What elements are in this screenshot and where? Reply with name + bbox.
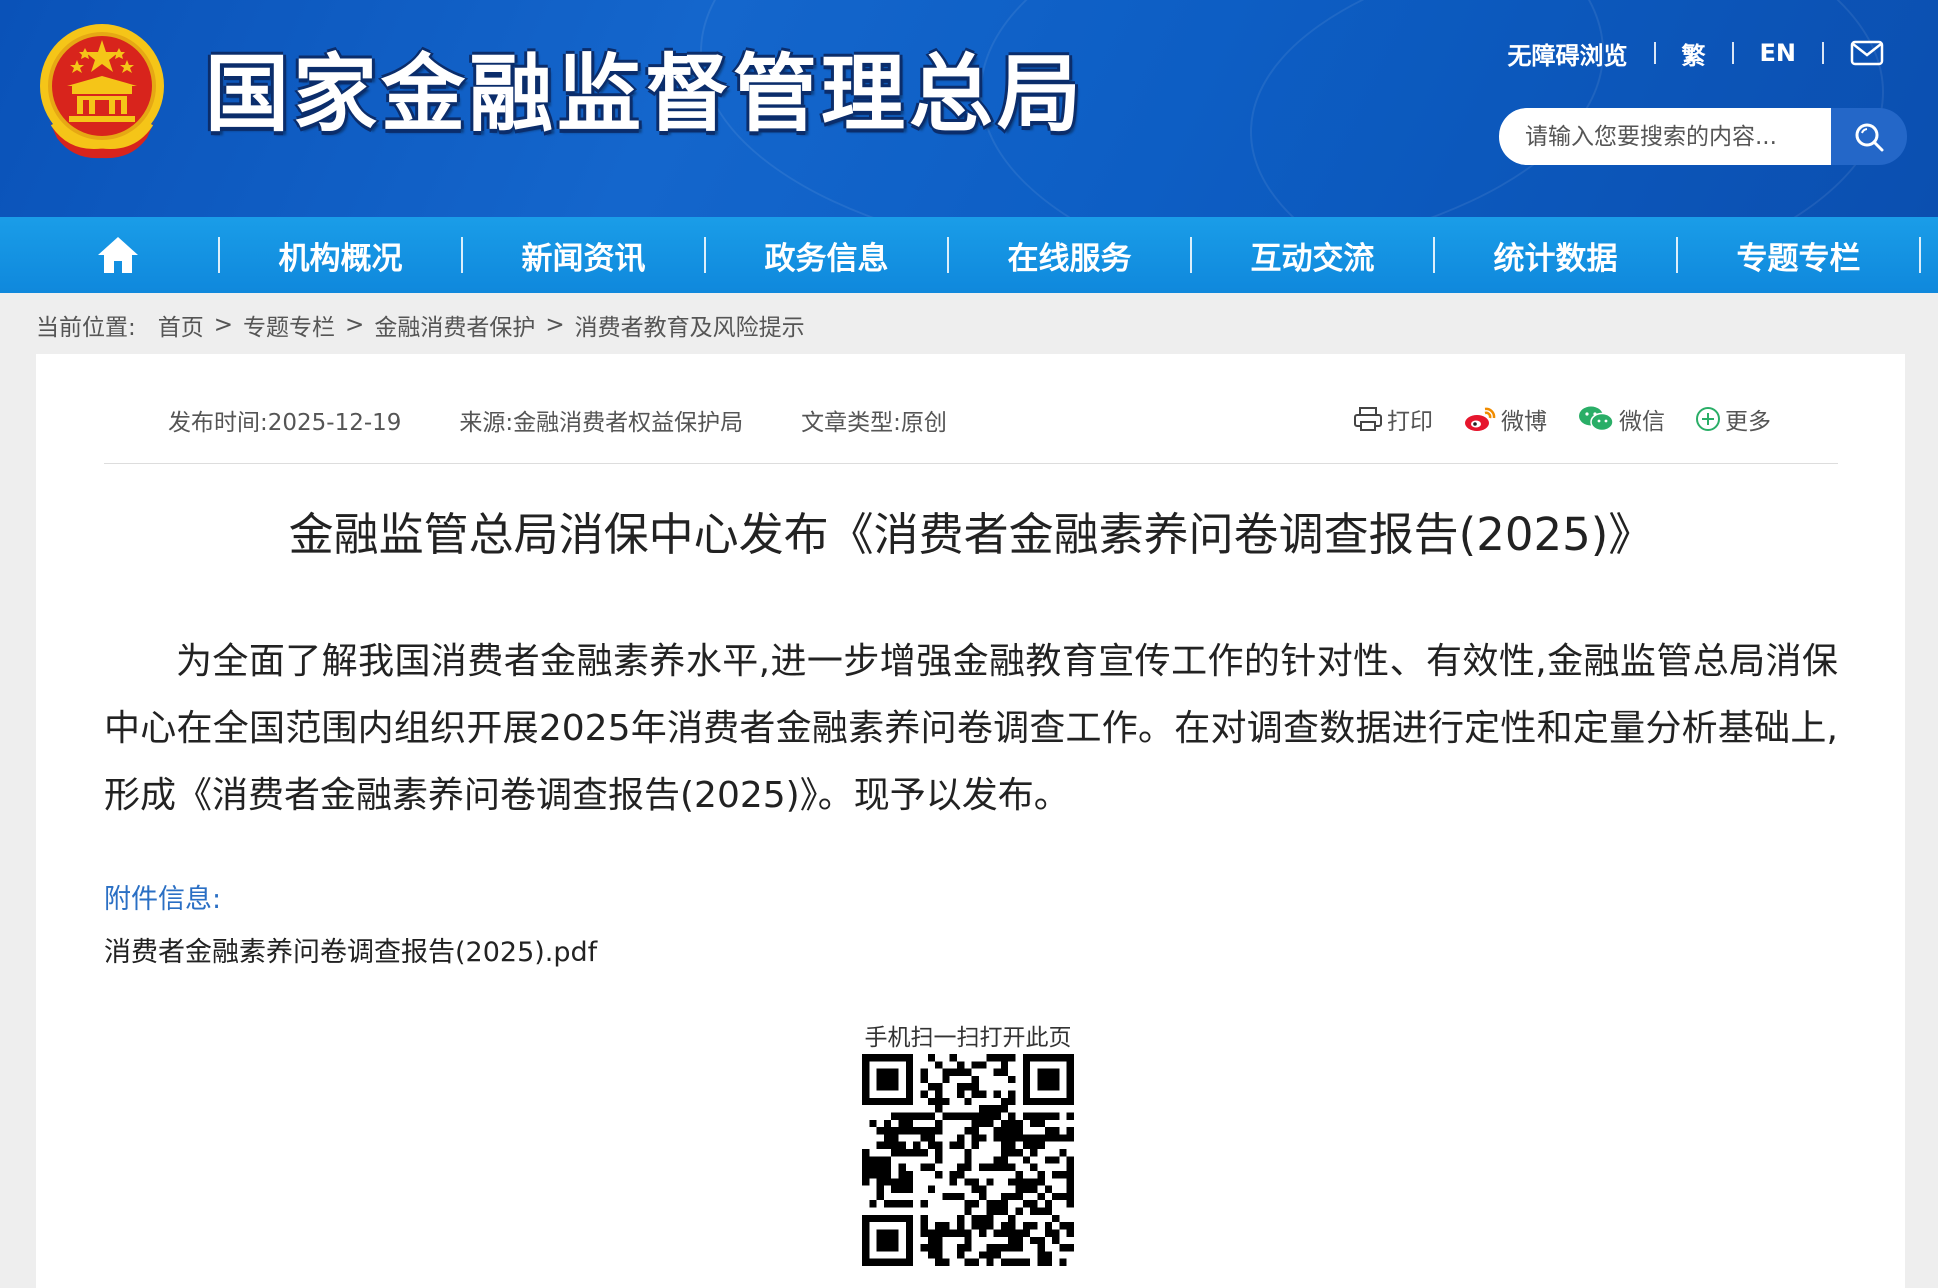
nav-item-interaction[interactable]: 互动交流 <box>1192 217 1433 293</box>
weibo-icon <box>1465 407 1496 431</box>
search-button[interactable] <box>1831 108 1907 165</box>
divider <box>1822 42 1824 64</box>
wechat-label: 微信 <box>1619 409 1665 435</box>
nav-home[interactable] <box>18 217 218 293</box>
breadcrumb-separator: > <box>213 312 234 338</box>
publish-time: 发布时间:2025-12-19 <box>168 410 402 436</box>
print-icon <box>1354 407 1382 431</box>
wechat-share-button[interactable]: 微信 <box>1577 402 1665 436</box>
nav-item-statistics[interactable]: 统计数据 <box>1435 217 1676 293</box>
breadcrumb-consumer-protection[interactable]: 金融消费者保护 <box>374 308 535 342</box>
share-bar: 打印 微博 微信 更多 <box>1353 402 1801 436</box>
main-nav: 机构概况 新闻资讯 政务信息 在线服务 互动交流 统计数据 专题专栏 <box>0 217 1938 293</box>
plus-circle-icon <box>1696 407 1720 431</box>
weibo-label: 微博 <box>1501 409 1547 435</box>
breadcrumb-separator: > <box>345 312 365 338</box>
search-bar <box>1499 108 1907 165</box>
breadcrumb-label: 当前位置: <box>36 315 136 341</box>
article-title: 金融监管总局消保中心发布《消费者金融素养问卷调查报告(2025)》 <box>288 508 1654 561</box>
attachment-link[interactable]: 消费者金融素养问卷调查报告(2025).pdf <box>104 930 597 969</box>
more-label: 更多 <box>1725 409 1771 435</box>
qr-caption: 手机扫一扫打开此页 <box>864 1025 1072 1051</box>
divider <box>1731 42 1734 64</box>
nav-item-government-info[interactable]: 政务信息 <box>706 217 947 293</box>
breadcrumb: 当前位置: 首页 > 专题专栏 > 金融消费者保护 > 消费者教育及风险提示 <box>36 308 815 342</box>
nav-item-news[interactable]: 新闻资讯 <box>463 217 704 293</box>
home-icon <box>98 237 138 273</box>
search-icon <box>1855 123 1884 151</box>
search-input[interactable] <box>1499 108 1831 165</box>
nav-item-special-topics[interactable]: 专题专栏 <box>1678 217 1919 293</box>
site-header: 国家金融监督管理总局 无障碍浏览 繁 EN <box>0 0 1938 217</box>
english-link[interactable]: EN <box>1760 39 1796 67</box>
traditional-chinese-link[interactable]: 繁 <box>1682 36 1706 71</box>
qr-code-icon <box>862 1054 1074 1266</box>
mail-icon[interactable] <box>1850 40 1884 66</box>
more-share-button[interactable]: 更多 <box>1695 402 1771 436</box>
article-type: 文章类型:原创 <box>801 410 947 436</box>
article-source: 来源:金融消费者权益保护局 <box>459 410 744 436</box>
nav-item-online-service[interactable]: 在线服务 <box>949 217 1190 293</box>
print-button[interactable]: 打印 <box>1353 402 1433 436</box>
nav-divider <box>1919 237 1921 273</box>
site-title[interactable]: 国家金融监督管理总局 <box>205 44 1085 144</box>
article-body: 为全面了解我国消费者金融素养水平,进一步增强金融教育宣传工作的针对性、有效性,金… <box>104 641 1838 816</box>
breadcrumb-special-topics[interactable]: 专题专栏 <box>243 308 335 342</box>
accessibility-link[interactable]: 无障碍浏览 <box>1508 36 1628 71</box>
nav-item-institution[interactable]: 机构概况 <box>220 217 461 293</box>
weibo-share-button[interactable]: 微博 <box>1463 402 1547 436</box>
divider <box>1653 42 1656 64</box>
breadcrumb-home[interactable]: 首页 <box>158 308 204 342</box>
national-emblem-icon[interactable] <box>35 20 170 162</box>
breadcrumb-consumer-education[interactable]: 消费者教育及风险提示 <box>575 308 805 342</box>
top-links: 无障碍浏览 繁 EN <box>1508 36 1884 71</box>
attachment-label: 附件信息: <box>104 884 222 915</box>
wechat-icon <box>1579 406 1614 432</box>
print-label: 打印 <box>1387 409 1433 435</box>
breadcrumb-separator: > <box>545 312 565 338</box>
article-meta: 发布时间:2025-12-19 来源:金融消费者权益保护局 文章类型:原创 <box>168 405 947 436</box>
meta-divider <box>104 463 1838 464</box>
